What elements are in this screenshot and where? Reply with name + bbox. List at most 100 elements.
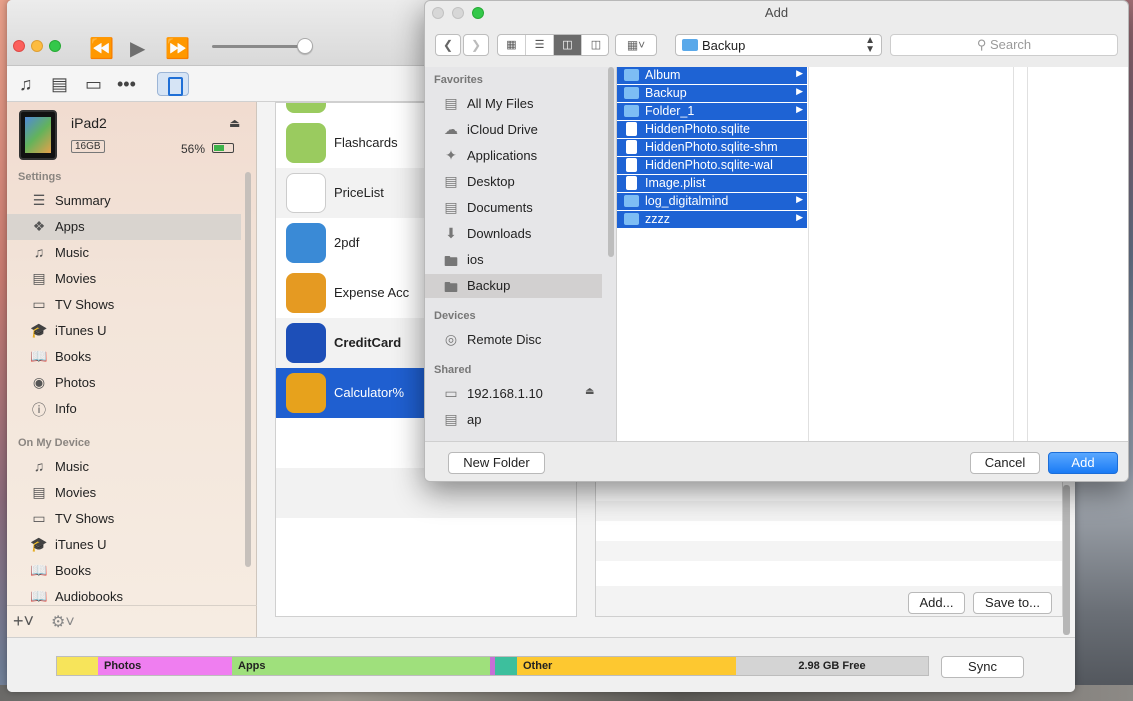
device-item-books[interactable]: 📖 Books <box>7 558 241 584</box>
desktop-wallpaper <box>1075 480 1133 701</box>
more-icon[interactable]: ••• <box>117 74 136 95</box>
desktop-icon: ▤ <box>444 173 458 189</box>
file-item[interactable]: log_digitalmind ▶ <box>617 193 807 210</box>
device-item-movies[interactable]: ▤ Movies <box>7 480 241 506</box>
file-item[interactable]: zzzz ▶ <box>617 211 807 228</box>
save-to-button[interactable]: Save to... <box>973 592 1052 614</box>
disclosure-arrow-icon: ▶ <box>796 104 803 114</box>
device-button[interactable] <box>157 72 189 96</box>
cancel-button[interactable]: Cancel <box>970 452 1040 474</box>
device-info[interactable]: iPad2 16GB 56% ⏏ <box>19 110 249 166</box>
music-note-icon[interactable]: ♫ <box>19 74 33 95</box>
rewind-icon[interactable]: ⏪ <box>89 36 114 61</box>
segment-other: Other <box>517 657 736 675</box>
device-item-audiobooks[interactable]: 📖 Audiobooks <box>7 584 241 604</box>
all-files-icon: ▤ <box>444 95 458 111</box>
fav-item-backup[interactable]: 🖿 Backup <box>425 274 602 298</box>
view-mode-control: ▦ ☰ ◫ ◫ <box>497 34 609 56</box>
documents-list <box>596 481 1062 586</box>
sidebar-item-apps[interactable]: ❖ Apps <box>7 214 241 240</box>
movies-icon[interactable]: ▤ <box>51 74 68 95</box>
new-folder-button[interactable]: New Folder <box>448 452 545 474</box>
minimize-button[interactable] <box>31 40 43 52</box>
device-item-music[interactable]: ♫ Music <box>7 454 241 480</box>
file-item[interactable]: Folder_1 ▶ <box>617 103 807 120</box>
fav-item-ios[interactable]: 🖿 ios <box>425 248 602 272</box>
file-item[interactable]: HiddenPhoto.sqlite <box>617 121 807 138</box>
file-item[interactable]: Album ▶ <box>617 67 807 84</box>
device-name: iPad2 <box>71 115 107 131</box>
info-icon: ⓘ <box>32 402 46 418</box>
sync-button[interactable]: Sync <box>941 656 1024 678</box>
fav-item-desktop[interactable]: ▤ Desktop <box>425 170 602 194</box>
dialog-sidebar: Favorites ▤ All My Files ☁ iCloud Drive ✦ A… <box>425 67 617 441</box>
sidebar-item-music[interactable]: ♫ Music <box>7 240 241 266</box>
zoom-button[interactable] <box>49 40 61 52</box>
volume-slider[interactable] <box>212 45 307 48</box>
list-view-icon[interactable]: ☰ <box>526 35 554 55</box>
folder-icon <box>682 39 698 51</box>
column-view-icon[interactable]: ◫ <box>554 35 582 55</box>
close-button[interactable] <box>13 40 25 52</box>
fast-forward-icon[interactable]: ⏩ <box>165 36 190 61</box>
file-item[interactable]: HiddenPhoto.sqlite-shm <box>617 139 807 156</box>
file-item[interactable]: Image.plist <box>617 175 807 192</box>
music-icon: ♫ <box>33 244 45 260</box>
fav-item-applications[interactable]: ✦ Applications <box>425 144 602 168</box>
path-popup[interactable]: Backup ▲ ▼ <box>675 34 882 56</box>
fav-item-downloads[interactable]: ⬇ Downloads <box>425 222 602 246</box>
disclosure-arrow-icon: ▶ <box>796 68 803 78</box>
play-icon[interactable]: ▶ <box>130 36 145 61</box>
file-item[interactable]: HiddenPhoto.sqlite-wal <box>617 157 807 174</box>
sidebar-item-tv-shows[interactable]: ▭ TV Shows <box>7 292 241 318</box>
arrange-button[interactable]: ▦˅ <box>615 34 657 56</box>
folder-icon: 🖿 <box>444 279 458 295</box>
sidebar-item-movies[interactable]: ▤ Movies <box>7 266 241 292</box>
device-item-tv-shows[interactable]: ▭ TV Shows <box>7 506 241 532</box>
audiobooks-icon: 📖 <box>30 588 48 604</box>
eject-icon[interactable]: ⏏ <box>585 386 594 397</box>
fav-item-icloud-drive[interactable]: ☁ iCloud Drive <box>425 118 602 142</box>
device-remote-disc[interactable]: ◎ Remote Disc <box>425 328 602 352</box>
summary-icon: ☰ <box>32 192 46 208</box>
main-scrollbar[interactable] <box>1063 485 1070 635</box>
updown-icon: ▲ ▼ <box>865 35 875 55</box>
shared-heading: Shared <box>434 364 472 376</box>
device-item-itunes-u[interactable]: 🎓 iTunes U <box>7 532 241 558</box>
document-icon <box>626 176 637 190</box>
sidebar-item-photos[interactable]: ◉ Photos <box>7 370 241 396</box>
coverflow-view-icon[interactable]: ◫ <box>582 35 608 55</box>
photos-icon: ◉ <box>32 374 46 390</box>
dialog-footer: New Folder Cancel Add <box>425 441 1128 481</box>
add-icon[interactable]: +˅ <box>13 611 34 632</box>
gear-icon[interactable]: ⚙˅ <box>51 612 75 632</box>
forward-button[interactable]: ❯ <box>463 34 489 56</box>
search-input[interactable]: ⚲ Search <box>890 34 1118 56</box>
search-icon: ⚲ <box>976 37 990 52</box>
sidebar-item-info[interactable]: ⓘ Info <box>7 396 241 422</box>
back-button[interactable]: ❮ <box>435 34 461 56</box>
sidebar-scrollbar[interactable] <box>245 172 251 567</box>
fav-item-all-my-files[interactable]: ▤ All My Files <box>425 92 602 116</box>
icon-view-icon[interactable]: ▦ <box>498 35 526 55</box>
volume-knob[interactable] <box>297 38 313 54</box>
shared-ap[interactable]: ▤ ap <box>425 408 602 432</box>
add-button[interactable]: Add <box>1048 452 1118 474</box>
segment-audio <box>57 657 98 675</box>
music-icon: ♫ <box>33 458 45 474</box>
eject-icon[interactable]: ⏏ <box>229 116 240 130</box>
disc-icon: ◎ <box>444 331 458 347</box>
sidebar-item-summary[interactable]: ☰ Summary <box>7 188 241 214</box>
movies-icon: ▤ <box>32 270 46 286</box>
sidebar-item-books[interactable]: 📖 Books <box>7 344 241 370</box>
sidebar-scrollbar[interactable] <box>608 67 614 257</box>
segment-free: 2.98 GB Free <box>736 657 928 675</box>
sidebar-item-itunes-u[interactable]: 🎓 iTunes U <box>7 318 241 344</box>
segment-documents <box>495 657 517 675</box>
documents-icon: ▤ <box>444 199 458 215</box>
fav-item-documents[interactable]: ▤ Documents <box>425 196 602 220</box>
shared-192-168-1-10[interactable]: ▭ 192.168.1.10 ⏏ <box>425 382 602 406</box>
tv-icon[interactable]: ▭ <box>85 74 102 95</box>
add-file-button[interactable]: Add... <box>908 592 965 614</box>
file-item[interactable]: Backup ▶ <box>617 85 807 102</box>
